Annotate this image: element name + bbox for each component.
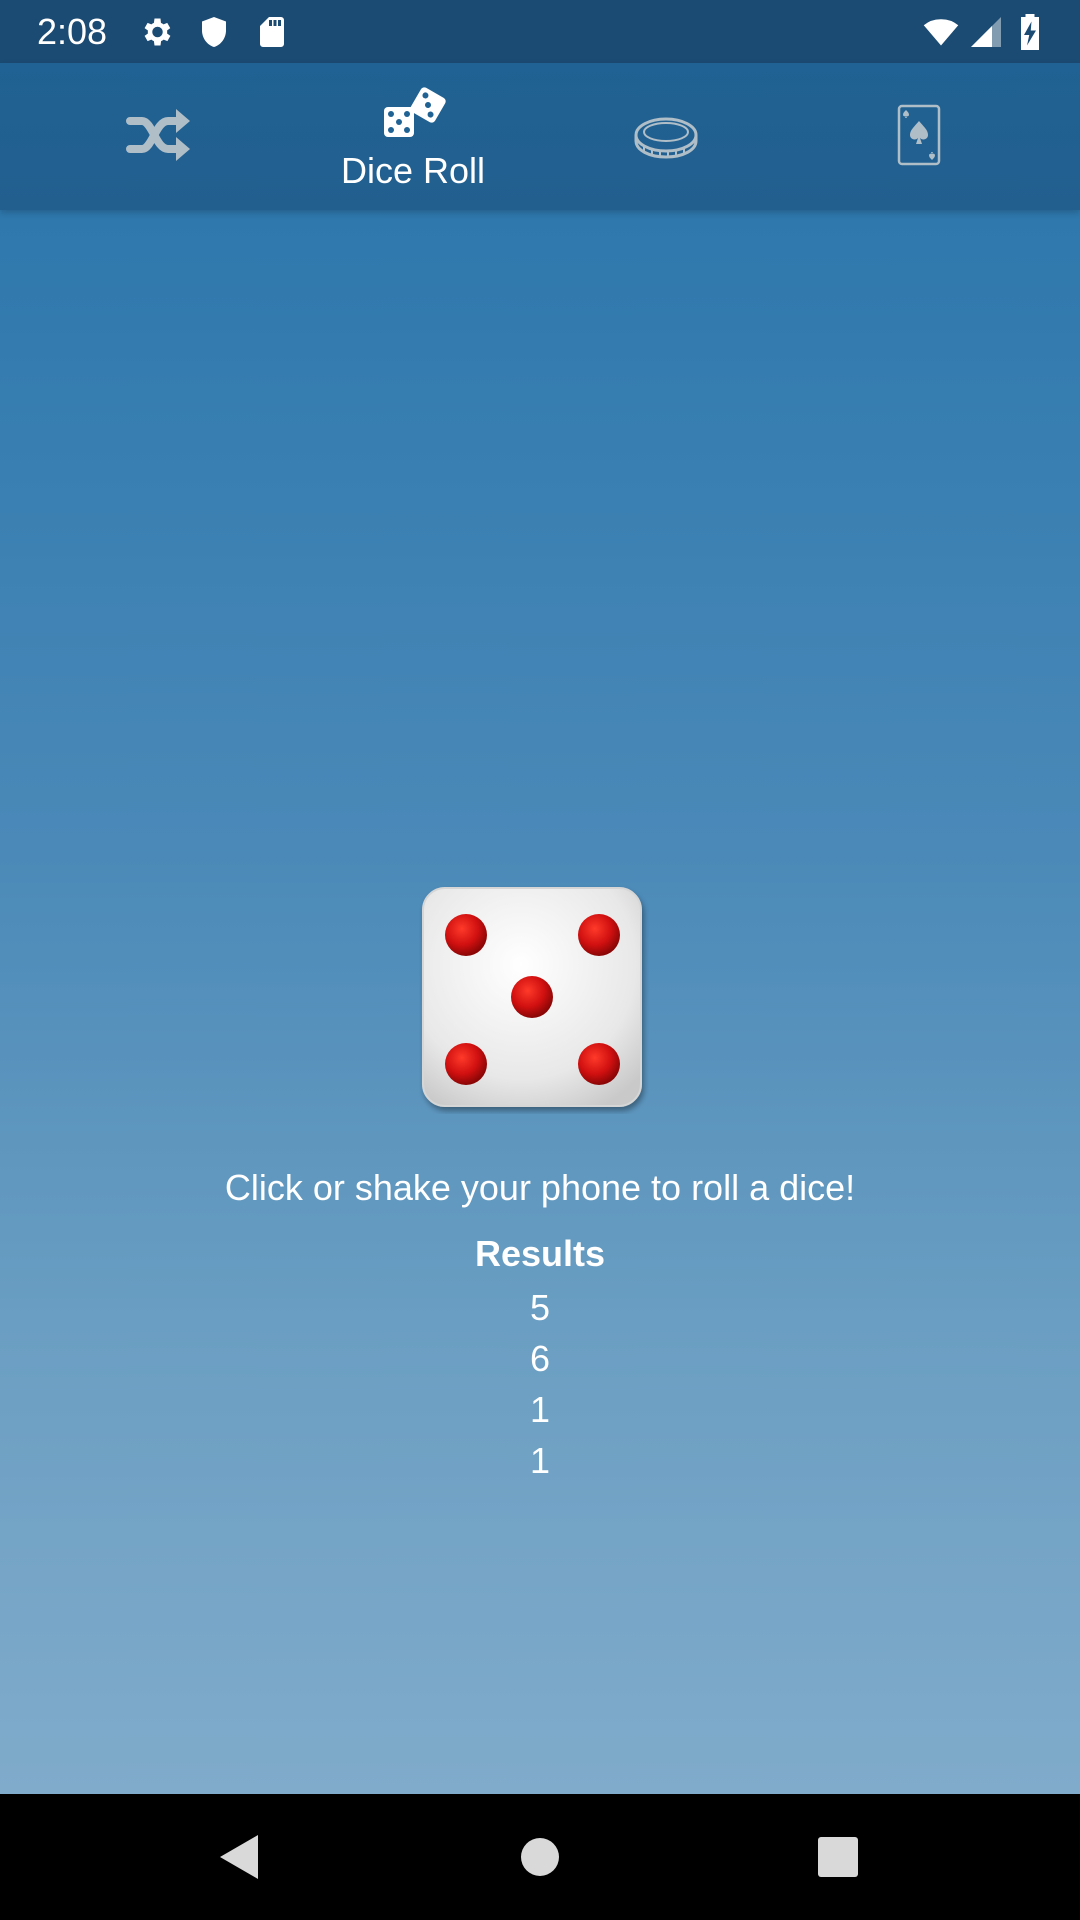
recents-icon[interactable] bbox=[808, 1827, 868, 1887]
result-item: 1 bbox=[529, 1389, 551, 1430]
status-time: 2:08 bbox=[37, 11, 108, 52]
result-item: 6 bbox=[529, 1338, 551, 1379]
tab-card[interactable] bbox=[784, 63, 1054, 210]
results-list: 5 6 1 1 bbox=[0, 1282, 1080, 1486]
gear-icon bbox=[144, 18, 171, 46]
status-bar: 2:08 bbox=[0, 0, 1080, 63]
tab-label-dice-roll: Dice Roll bbox=[340, 150, 486, 191]
back-icon[interactable] bbox=[208, 1827, 268, 1887]
tab-bar: Dice Roll bbox=[0, 63, 1080, 210]
coin-icon bbox=[634, 117, 698, 159]
dice-roll-area[interactable]: Click or shake your phone to roll a dice… bbox=[0, 210, 1080, 1794]
tab-coin[interactable] bbox=[531, 63, 801, 210]
result-item: 5 bbox=[529, 1287, 551, 1328]
playing-card-icon bbox=[897, 104, 941, 166]
dice-face-five[interactable] bbox=[419, 884, 649, 1114]
tab-dice-roll[interactable]: Dice Roll bbox=[278, 63, 548, 210]
home-icon[interactable] bbox=[510, 1827, 570, 1887]
screen: 2:08 Dice Roll Click or shake your phone… bbox=[0, 0, 1080, 1920]
shield-icon bbox=[202, 17, 226, 47]
navigation-bar bbox=[0, 1794, 1080, 1920]
sd-card-icon bbox=[260, 17, 284, 47]
shuffle-icon bbox=[126, 109, 190, 161]
tab-shuffle[interactable] bbox=[25, 63, 295, 210]
dice-icon bbox=[384, 87, 446, 137]
results-title: Results bbox=[474, 1233, 606, 1274]
cell-signal-icon bbox=[971, 17, 1001, 47]
result-item: 1 bbox=[529, 1440, 551, 1481]
instruction-text: Click or shake your phone to roll a dice… bbox=[224, 1167, 856, 1208]
battery-charging-icon bbox=[1021, 14, 1039, 50]
wifi-icon bbox=[923, 19, 959, 46]
